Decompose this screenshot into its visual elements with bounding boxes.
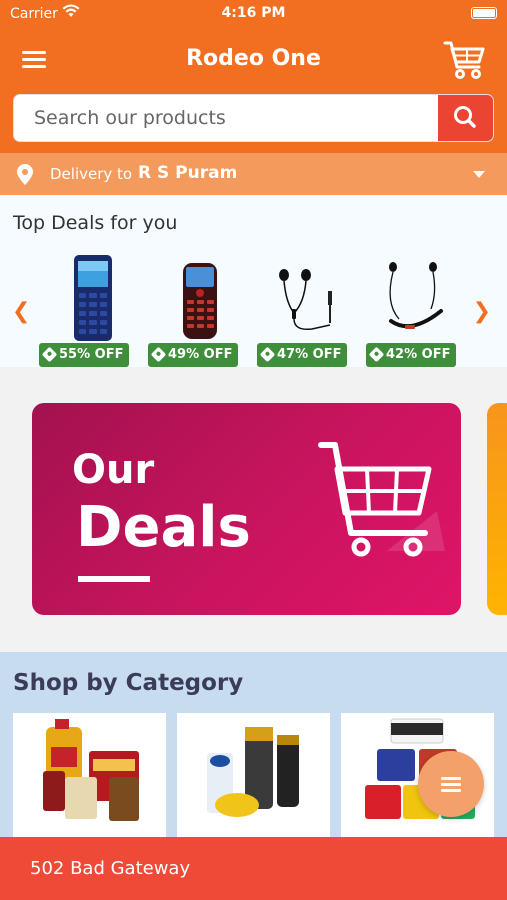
grocery-image <box>43 719 139 821</box>
battery-icon <box>471 7 497 19</box>
section-title: Shop by Category <box>13 670 244 696</box>
location-pin-icon <box>17 164 33 185</box>
cart-button[interactable] <box>443 40 487 80</box>
chevron-left-icon[interactable]: ❮ <box>12 299 30 324</box>
banner-underline <box>78 576 150 582</box>
category-card-personal-care[interactable] <box>177 713 330 853</box>
app-title: Rodeo One <box>186 46 321 71</box>
app-header: Carrier 4:16 PM Rodeo One <box>0 0 507 153</box>
shopping-cart-icon <box>318 442 445 557</box>
tag-icon <box>368 346 385 363</box>
dropdown-caret-icon <box>473 171 485 178</box>
banner-line2: Deals <box>76 495 251 560</box>
deal-card[interactable]: 49% OFF <box>145 253 245 368</box>
discount-badge: 55% OFF <box>39 343 130 367</box>
chevron-right-icon[interactable]: ❯ <box>473 299 491 324</box>
tag-icon <box>41 346 58 363</box>
discount-badge: 42% OFF <box>366 343 457 367</box>
wired-earphones-image <box>279 269 332 331</box>
search-bar <box>13 94 494 142</box>
feature-phone-red-image <box>183 263 217 339</box>
deal-card[interactable]: 42% OFF <box>363 253 463 368</box>
banner-line1: Our <box>72 447 155 493</box>
neckband-earphones-image <box>389 262 443 329</box>
clock: 4:16 PM <box>221 5 286 21</box>
delivery-location: R S Puram <box>138 163 238 183</box>
discount-badge: 47% OFF <box>257 343 348 367</box>
delivery-location-selector[interactable]: Delivery to R S Puram <box>0 153 507 195</box>
our-deals-banner[interactable]: Our Deals <box>32 403 461 615</box>
shop-by-category-section: Shop by Category <box>0 652 507 853</box>
cart-icon <box>443 41 485 79</box>
floating-menu-button[interactable] <box>418 751 484 817</box>
discount-badge: 49% OFF <box>148 343 239 367</box>
deal-card[interactable]: 47% OFF <box>254 253 354 368</box>
feature-phone-blue-image <box>74 255 112 341</box>
error-snackbar: 502 Bad Gateway <box>0 837 507 900</box>
search-input[interactable] <box>14 95 439 141</box>
personal-care-image <box>207 727 299 817</box>
tag-icon <box>150 346 167 363</box>
deal-card[interactable]: 55% OFF <box>36 253 136 368</box>
section-title: Top Deals for you <box>13 212 178 234</box>
error-message: 502 Bad Gateway <box>30 858 191 879</box>
category-card-grocery[interactable] <box>13 713 166 853</box>
status-bar: Carrier 4:16 PM <box>0 0 507 28</box>
search-icon <box>454 106 476 128</box>
delivery-label: Delivery to <box>50 165 133 183</box>
top-deals-section: Top Deals for you ❮ ❯ 55% OFF 49% OFF 47… <box>0 195 507 367</box>
next-banner-peek[interactable] <box>487 403 507 615</box>
search-button[interactable] <box>438 95 493 141</box>
banner-carousel: Our Deals <box>0 367 507 652</box>
tag-icon <box>259 346 276 363</box>
hamburger-icon <box>441 777 461 780</box>
